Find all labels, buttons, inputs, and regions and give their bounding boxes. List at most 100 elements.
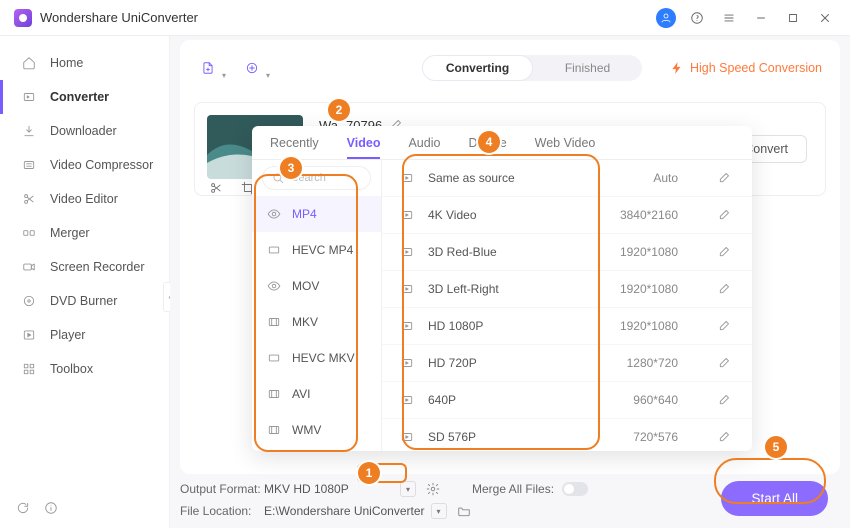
menu-icon[interactable] xyxy=(718,7,740,29)
account-icon[interactable] xyxy=(656,8,676,28)
scissors-icon xyxy=(20,190,38,208)
annotation-marker-3: 3 xyxy=(280,157,302,179)
format-avi[interactable]: AVI xyxy=(252,376,381,412)
preset-resolution: Auto xyxy=(653,171,678,185)
format-search[interactable]: Search xyxy=(262,166,371,190)
folder-open-icon[interactable] xyxy=(457,504,471,518)
sidebar-item-label: Screen Recorder xyxy=(50,260,145,274)
preset-edit-icon[interactable] xyxy=(718,318,732,335)
format-mkv[interactable]: MKV xyxy=(252,304,381,340)
preset-row[interactable]: 640P960*640 xyxy=(382,382,752,419)
merge-label: Merge All Files: xyxy=(472,482,554,496)
preset-resolution: 960*640 xyxy=(633,393,678,407)
sidebar: Home Converter Downloader Video Compress… xyxy=(0,36,170,528)
tab-webvideo[interactable]: Web Video xyxy=(535,136,596,159)
file-location-dropdown[interactable]: ▾ xyxy=(431,503,447,519)
format-hevc-mp4[interactable]: HEVC MP4 xyxy=(252,232,381,268)
titlebar: Wondershare UniConverter xyxy=(0,0,850,36)
sidebar-item-converter[interactable]: Converter xyxy=(0,80,169,114)
hevc-icon xyxy=(266,350,282,366)
sidebar-item-recorder[interactable]: Screen Recorder xyxy=(0,250,169,284)
sidebar-item-label: Downloader xyxy=(50,124,117,138)
sidebar-item-downloader[interactable]: Downloader xyxy=(0,114,169,148)
status-icons xyxy=(16,501,58,520)
preset-row[interactable]: Same as source Auto xyxy=(382,160,752,197)
format-wmv[interactable]: WMV xyxy=(252,412,381,448)
preset-icon xyxy=(398,169,416,187)
preset-icon xyxy=(398,243,416,261)
preset-edit-icon[interactable] xyxy=(718,170,732,187)
preset-edit-icon[interactable] xyxy=(718,244,732,261)
preset-label: Same as source xyxy=(428,171,515,185)
preset-icon xyxy=(398,428,416,446)
preset-row[interactable]: 4K Video3840*2160 xyxy=(382,197,752,234)
format-mp4[interactable]: MP4 xyxy=(252,196,381,232)
preset-row[interactable]: 3D Red-Blue1920*1080 xyxy=(382,234,752,271)
preset-resolution: 720*576 xyxy=(633,430,678,444)
film-icon xyxy=(266,386,282,402)
play-icon xyxy=(20,326,38,344)
preset-label: HD 1080P xyxy=(428,319,483,333)
sidebar-item-editor[interactable]: Video Editor xyxy=(0,182,169,216)
output-format-dropdown[interactable]: ▾ xyxy=(400,481,416,497)
add-folder-button[interactable]: ▾ xyxy=(238,54,266,82)
info-icon[interactable] xyxy=(44,501,58,520)
add-file-button[interactable]: ▾ xyxy=(194,54,222,82)
sync-icon[interactable] xyxy=(16,501,30,520)
bolt-icon xyxy=(670,61,684,75)
preset-row[interactable]: SD 576P720*576 xyxy=(382,419,752,451)
tab-converting[interactable]: Converting xyxy=(422,55,533,81)
compress-icon xyxy=(20,156,38,174)
preset-row[interactable]: HD 720P1280*720 xyxy=(382,345,752,382)
tab-video[interactable]: Video xyxy=(347,136,381,159)
sidebar-item-toolbox[interactable]: Toolbox xyxy=(0,352,169,386)
toolbar: ▾ ▾ Converting Finished High Speed Conve… xyxy=(194,54,826,82)
annotation-marker-1: 1 xyxy=(358,462,380,484)
preset-resolution: 1920*1080 xyxy=(620,319,678,333)
sidebar-item-player[interactable]: Player xyxy=(0,318,169,352)
annotation-marker-4: 4 xyxy=(478,131,500,153)
close-button[interactable] xyxy=(814,7,836,29)
file-location-label: File Location: xyxy=(180,504,264,518)
annotation-marker-5: 5 xyxy=(765,436,787,458)
grid-icon xyxy=(20,360,38,378)
app-title: Wondershare UniConverter xyxy=(40,10,198,25)
status-tabs: Converting Finished xyxy=(422,55,642,81)
sidebar-item-dvd[interactable]: DVD Burner xyxy=(0,284,169,318)
tab-recently[interactable]: Recently xyxy=(270,136,319,159)
merge-toggle-row: Merge All Files: xyxy=(472,482,588,496)
format-mov[interactable]: MOV xyxy=(252,268,381,304)
preset-label: HD 720P xyxy=(428,356,477,370)
preset-row[interactable]: 3D Left-Right1920*1080 xyxy=(382,271,752,308)
preset-edit-icon[interactable] xyxy=(718,429,732,446)
preset-row[interactable]: HD 1080P 1920*1080 xyxy=(382,308,752,345)
minimize-button[interactable] xyxy=(750,7,772,29)
settings-icon[interactable] xyxy=(426,482,440,496)
sidebar-item-label: Video Editor xyxy=(50,192,118,206)
home-icon xyxy=(20,54,38,72)
merge-toggle[interactable] xyxy=(562,482,588,496)
trim-icon[interactable] xyxy=(207,181,225,198)
sidebar-item-label: Home xyxy=(50,56,83,70)
start-all-button[interactable]: Start All xyxy=(721,481,828,516)
preset-edit-icon[interactable] xyxy=(718,392,732,409)
sidebar-item-label: DVD Burner xyxy=(50,294,117,308)
sidebar-item-compressor[interactable]: Video Compressor xyxy=(0,148,169,182)
maximize-button[interactable] xyxy=(782,7,804,29)
preset-edit-icon[interactable] xyxy=(718,207,732,224)
format-popup: Recently Video Audio Device Web Video Se… xyxy=(252,126,752,451)
sidebar-item-home[interactable]: Home xyxy=(0,46,169,80)
output-format-value: MKV HD 1080P xyxy=(264,482,394,496)
app-logo-icon xyxy=(14,9,32,27)
preset-resolution: 1920*1080 xyxy=(620,245,678,259)
annotation-marker-2: 2 xyxy=(328,99,350,121)
file-location-value: E:\Wondershare UniConverter xyxy=(264,504,425,518)
sidebar-item-merger[interactable]: Merger xyxy=(0,216,169,250)
tab-audio[interactable]: Audio xyxy=(408,136,440,159)
high-speed-toggle[interactable]: High Speed Conversion xyxy=(670,61,826,75)
format-hevc-mkv[interactable]: HEVC MKV xyxy=(252,340,381,376)
preset-edit-icon[interactable] xyxy=(718,355,732,372)
preset-edit-icon[interactable] xyxy=(718,281,732,298)
support-icon[interactable] xyxy=(686,7,708,29)
tab-finished[interactable]: Finished xyxy=(533,55,642,81)
